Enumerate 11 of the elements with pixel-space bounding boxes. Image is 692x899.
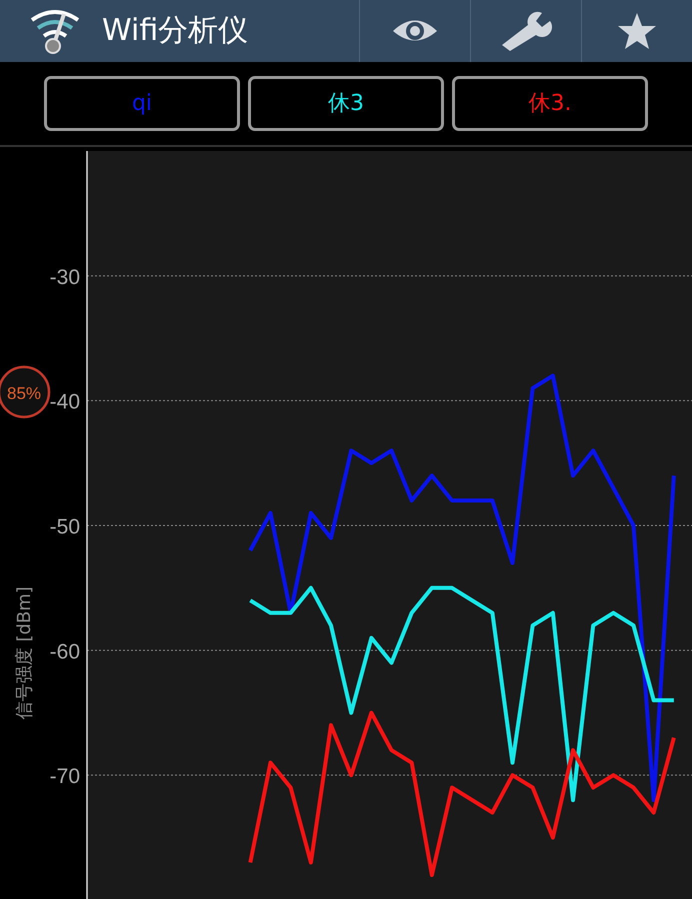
star-icon (617, 12, 657, 50)
network-legend-button[interactable]: 休3. (452, 76, 648, 131)
y-axis-label: 信号强度 [dBm] (14, 586, 35, 720)
network-legend-button[interactable]: 休3 (248, 76, 444, 131)
y-tick-label: -50 (50, 516, 80, 538)
y-tick-label: -70 (50, 765, 80, 788)
app-title: Wifi分析仪 (102, 16, 248, 46)
y-tick-label: -30 (50, 266, 80, 289)
zoom-badge: 85% (0, 366, 50, 418)
y-tick-label: -40 (50, 390, 80, 414)
y-tick-label: -60 (50, 640, 80, 664)
